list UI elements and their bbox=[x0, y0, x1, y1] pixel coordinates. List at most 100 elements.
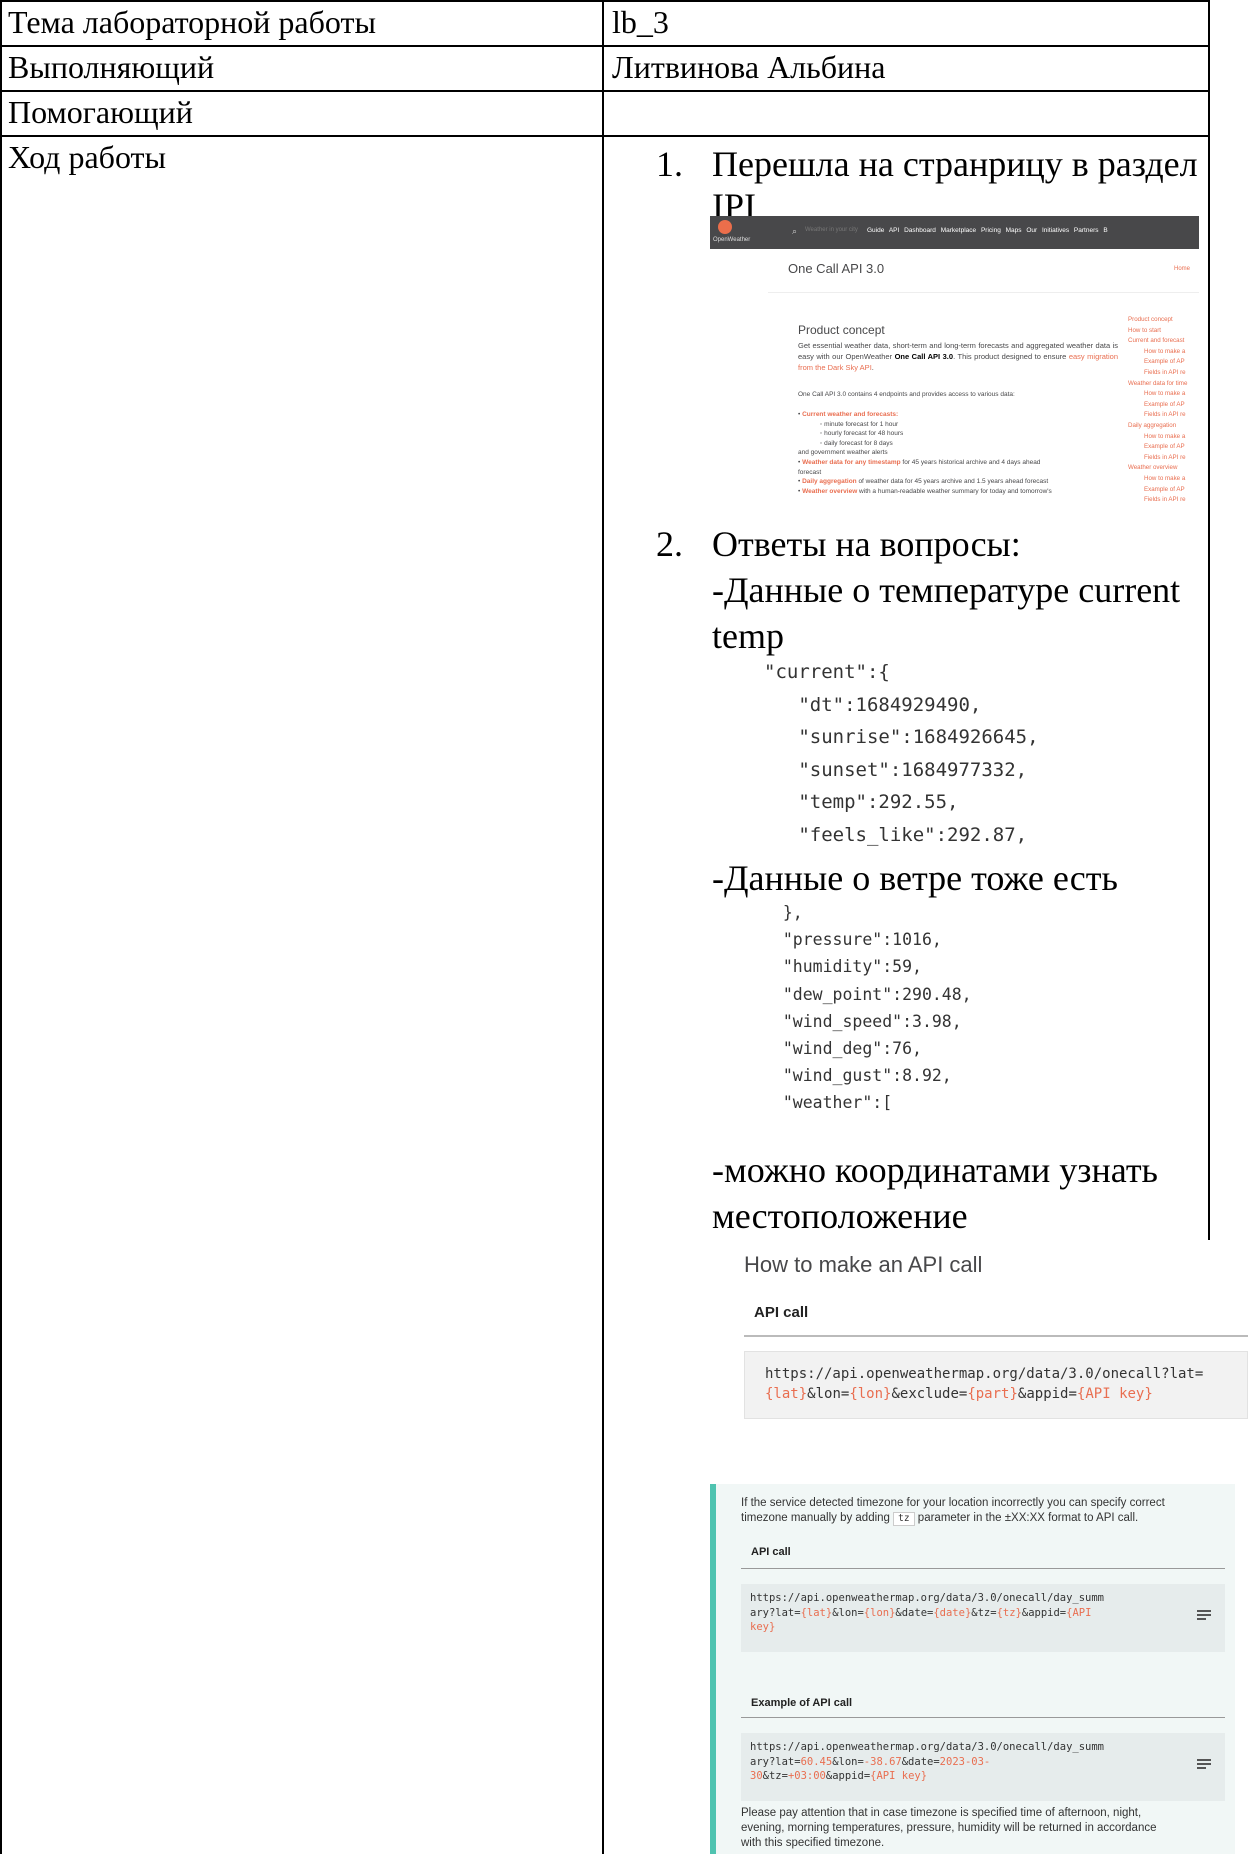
toc-link[interactable]: Fields in API re bbox=[1128, 410, 1187, 421]
code-placeholder: {part} bbox=[967, 1386, 1018, 1402]
toc-link[interactable]: Example of AP bbox=[1128, 442, 1187, 453]
toc-link[interactable]: Product concept bbox=[1128, 315, 1187, 326]
nav-link[interactable]: Our Initiatives bbox=[1026, 227, 1069, 234]
list-link[interactable]: Daily aggregation bbox=[802, 478, 857, 485]
note-text: with this specified timezone. bbox=[741, 1837, 885, 1849]
wind-note: -Данные о ветре тоже есть bbox=[712, 854, 1202, 902]
note-text: parameter in the ±XX:XX format to API ca… bbox=[914, 1512, 1139, 1524]
toc-link[interactable]: How to make a bbox=[1128, 474, 1187, 485]
list-link[interactable]: Weather data for any timestamp bbox=[802, 459, 901, 466]
list-link[interactable]: Current weather and forecasts: bbox=[802, 411, 898, 418]
wrap-toggle-icon[interactable] bbox=[1197, 1759, 1211, 1769]
wrap-toggle-icon[interactable] bbox=[1197, 1610, 1211, 1620]
code-text: &lon= bbox=[832, 1606, 864, 1619]
code-text: https://api.openweathermap.org/data/3.0/… bbox=[750, 1741, 1105, 1753]
note-text: -можно координатами узнать bbox=[712, 1150, 1158, 1190]
list-text: of weather data for 45 years archive and… bbox=[856, 478, 1049, 486]
api-call-title: API call bbox=[751, 1546, 791, 1558]
list-item: • Weather data for any timestamp for 45 … bbox=[798, 458, 1041, 466]
lab-report-table: Тема лабораторной работы Выполняющий Пом… bbox=[0, 0, 1248, 1854]
nav-link[interactable]: Guide bbox=[867, 227, 884, 234]
step-text: -Данные о температуре current bbox=[712, 570, 1181, 610]
code-placeholder: {API bbox=[1066, 1606, 1092, 1619]
code-line: "wind_speed":3.98, bbox=[763, 1011, 962, 1031]
nav-link[interactable]: API bbox=[889, 227, 899, 234]
row-divider bbox=[0, 90, 1210, 92]
wind-json-screenshot: }, "pressure":1016, "humidity":59, "dew_… bbox=[763, 899, 1063, 1132]
helper-label: Помогающий bbox=[8, 94, 193, 130]
list-item: • Current weather and forecasts: bbox=[798, 411, 899, 418]
table-border-left bbox=[0, 0, 2, 1854]
code-text: &appid= bbox=[825, 1770, 871, 1782]
note-text: timezone manually by adding bbox=[741, 1512, 894, 1524]
code-value: 60.45 bbox=[800, 1755, 833, 1768]
step-text: Ответы на вопросы: bbox=[712, 524, 1021, 564]
code-line: "wind_deg":76, bbox=[763, 1039, 922, 1059]
toc-link[interactable]: How to make a bbox=[1128, 432, 1187, 443]
note-text: If the service detected timezone for you… bbox=[741, 1497, 1165, 1509]
toc-link[interactable]: Weather data for time bbox=[1128, 379, 1187, 390]
toc-link[interactable]: Fields in API re bbox=[1128, 495, 1187, 506]
table-border-top bbox=[0, 0, 1210, 2]
nav-link[interactable]: Maps bbox=[1006, 227, 1022, 234]
step-number: 2. bbox=[656, 524, 683, 564]
step-text: temp bbox=[712, 616, 784, 656]
nav-link[interactable]: Pricing bbox=[981, 227, 1001, 234]
code-placeholder: {lat} bbox=[765, 1386, 808, 1402]
list-item: ◦ minute forecast for 1 hour bbox=[820, 420, 899, 428]
nav-link[interactable]: B bbox=[1103, 227, 1107, 234]
code-placeholder: {tz} bbox=[996, 1606, 1022, 1619]
toc-link[interactable]: Example of AP bbox=[1128, 357, 1187, 368]
column-divider bbox=[602, 0, 604, 1854]
topic-value: lb_3 bbox=[612, 4, 669, 40]
section-title: Product concept bbox=[798, 323, 885, 337]
nav-link[interactable]: Marketplace bbox=[941, 227, 976, 234]
example-code: https://api.openweathermap.org/data/3.0/… bbox=[741, 1733, 1225, 1801]
toc-link[interactable]: Fields in API re bbox=[1128, 453, 1187, 464]
row-divider bbox=[0, 45, 1210, 47]
api-subheading: API call bbox=[754, 1304, 809, 1321]
toc-link[interactable]: Example of AP bbox=[1128, 485, 1187, 496]
code-line: "weather":[ bbox=[763, 1093, 893, 1113]
topic-label: Тема лабораторной работы bbox=[8, 4, 376, 40]
code-text: https://api.openweathermap.org/data/3.0/… bbox=[750, 1592, 1105, 1604]
code-placeholder: {API key} bbox=[1076, 1386, 1153, 1402]
step-number: 1. bbox=[656, 144, 683, 184]
day-summary-screenshot: If the service detected timezone for you… bbox=[710, 1484, 1235, 1854]
code-line: "pressure":1016, bbox=[763, 930, 942, 950]
list-link[interactable]: Weather overview bbox=[802, 488, 857, 495]
row-divider bbox=[0, 135, 1210, 137]
divider bbox=[741, 1717, 1225, 1718]
code-line: }, bbox=[763, 903, 803, 922]
toc-link[interactable]: Daily aggregation bbox=[1128, 421, 1187, 432]
step-2: 2. Ответы на вопросы: -Данные о температ… bbox=[656, 520, 1206, 660]
toc-link[interactable]: How to make a bbox=[1128, 347, 1187, 358]
table-border-right bbox=[1208, 0, 1210, 1250]
page-title: One Call API 3.0 bbox=[788, 261, 885, 276]
code-text: &appid= bbox=[1021, 1606, 1067, 1619]
toc-link[interactable]: How to start bbox=[1128, 326, 1187, 337]
toc-link[interactable]: Example of AP bbox=[1128, 400, 1187, 411]
code-line: "temp":292.55, bbox=[764, 791, 959, 814]
table-of-contents: Product concept How to start Current and f… bbox=[1128, 315, 1187, 506]
code-line: "wind_gust":8.92, bbox=[763, 1066, 952, 1086]
toc-link[interactable]: Current and forecast bbox=[1128, 336, 1187, 347]
paragraph-text: . bbox=[871, 363, 874, 372]
list-item: forecast bbox=[798, 468, 1052, 478]
list-text: and government weather alerts bbox=[798, 449, 888, 457]
progress-label: Ход работы bbox=[8, 139, 166, 175]
toc-link[interactable]: Weather overview bbox=[1128, 463, 1187, 474]
nav-link[interactable]: Dashboard bbox=[904, 227, 936, 234]
endpoint-list: • Current weather and forecasts: ◦ minute… bbox=[798, 410, 1052, 496]
coords-note: -можно координатами узнать местоположени… bbox=[712, 1146, 1202, 1242]
nav-link[interactable]: Partners bbox=[1074, 227, 1099, 234]
list-text: with a human-readable weather summary fo… bbox=[857, 487, 1052, 495]
code-line: "feels_like":292.87, bbox=[764, 823, 1028, 846]
toc-link[interactable]: Fields in API re bbox=[1128, 368, 1187, 379]
search-icon: ⌕ bbox=[792, 226, 798, 236]
note-text: -Данные о ветре тоже есть bbox=[712, 858, 1118, 898]
divider bbox=[768, 292, 1199, 293]
toc-link[interactable]: How to make a bbox=[1128, 389, 1187, 400]
code-text: &tz= bbox=[762, 1770, 788, 1782]
openweather-logo-icon bbox=[718, 220, 732, 234]
